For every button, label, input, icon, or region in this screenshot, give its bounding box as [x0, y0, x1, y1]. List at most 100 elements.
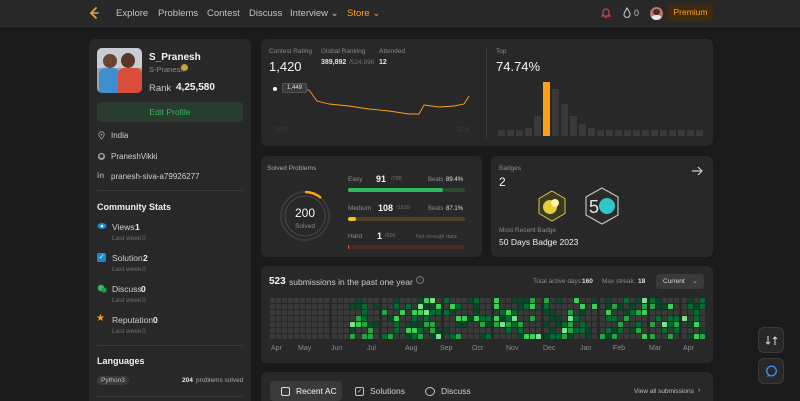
heatmap-cell[interactable]	[474, 304, 479, 309]
heatmap-cell[interactable]	[388, 298, 393, 303]
heatmap-cell[interactable]	[324, 328, 329, 333]
heatmap-cell[interactable]	[270, 310, 275, 315]
heatmap-cell[interactable]	[406, 304, 411, 309]
heatmap-cell[interactable]	[518, 298, 523, 303]
heatmap-cell[interactable]	[556, 316, 561, 321]
tab-discuss[interactable]: Discuss	[425, 380, 471, 401]
heatmap-cell[interactable]	[662, 334, 667, 339]
heatmap-cell[interactable]	[294, 328, 299, 333]
heatmap-cell[interactable]	[506, 328, 511, 333]
heatmap-cell[interactable]	[656, 334, 661, 339]
heatmap-cell[interactable]	[682, 298, 687, 303]
heatmap-cell[interactable]	[574, 328, 579, 333]
heatmap-cell[interactable]	[406, 334, 411, 339]
heatmap-cell[interactable]	[700, 298, 705, 303]
heatmap-cell[interactable]	[612, 322, 617, 327]
heatmap-cell[interactable]	[530, 310, 535, 315]
heatmap-cell[interactable]	[512, 328, 517, 333]
heatmap-cell[interactable]	[338, 334, 343, 339]
heatmap-cell[interactable]	[518, 316, 523, 321]
heatmap-cell[interactable]	[344, 298, 349, 303]
heatmap-cell[interactable]	[318, 298, 323, 303]
heatmap-cell[interactable]	[400, 298, 405, 303]
heatmap-cell[interactable]	[350, 334, 355, 339]
heatmap-cell[interactable]	[650, 304, 655, 309]
heatmap-cell[interactable]	[544, 334, 549, 339]
heatmap-cell[interactable]	[656, 310, 661, 315]
heatmap-cell[interactable]	[624, 322, 629, 327]
heatmap-cell[interactable]	[682, 322, 687, 327]
heatmap-cell[interactable]	[356, 316, 361, 321]
heatmap-cell[interactable]	[306, 328, 311, 333]
heatmap-cell[interactable]	[276, 334, 281, 339]
heatmap-cell[interactable]	[600, 304, 605, 309]
heatmap-cell[interactable]	[630, 298, 635, 303]
heatmap-cell[interactable]	[394, 334, 399, 339]
heatmap-cell[interactable]	[450, 334, 455, 339]
heatmap-cell[interactable]	[524, 304, 529, 309]
heatmap-cell[interactable]	[456, 298, 461, 303]
heatmap-cell[interactable]	[530, 304, 535, 309]
heatmap-cell[interactable]	[394, 328, 399, 333]
heatmap-cell[interactable]	[462, 322, 467, 327]
heatmap-cell[interactable]	[382, 298, 387, 303]
heatmap-cell[interactable]	[506, 304, 511, 309]
heatmap-cell[interactable]	[580, 304, 585, 309]
heatmap-cell[interactable]	[688, 298, 693, 303]
heatmap-cell[interactable]	[494, 334, 499, 339]
heatmap-cell[interactable]	[450, 316, 455, 321]
heatmap-cell[interactable]	[630, 304, 635, 309]
heatmap-cell[interactable]	[306, 316, 311, 321]
heatmap-cell[interactable]	[436, 304, 441, 309]
heatmap-cell[interactable]	[562, 334, 567, 339]
heatmap-cell[interactable]	[656, 316, 661, 321]
heatmap-cell[interactable]	[350, 322, 355, 327]
heatmap-cell[interactable]	[506, 322, 511, 327]
heatmap-cell[interactable]	[568, 328, 573, 333]
heatmap-cell[interactable]	[586, 322, 591, 327]
heatmap-cell[interactable]	[480, 310, 485, 315]
heatmap-cell[interactable]	[636, 298, 641, 303]
heatmap-cell[interactable]	[574, 334, 579, 339]
heatmap-cell[interactable]	[500, 334, 505, 339]
heatmap-cell[interactable]	[468, 322, 473, 327]
heatmap-cell[interactable]	[518, 310, 523, 315]
heatmap-cell[interactable]	[668, 334, 673, 339]
heatmap-cell[interactable]	[574, 322, 579, 327]
heatmap-cell[interactable]	[642, 304, 647, 309]
heatmap-cell[interactable]	[424, 310, 429, 315]
heatmap-cell[interactable]	[436, 316, 441, 321]
heatmap-cell[interactable]	[306, 304, 311, 309]
heatmap-cell[interactable]	[332, 316, 337, 321]
heatmap-cell[interactable]	[500, 304, 505, 309]
premium-button[interactable]: Premium	[668, 4, 713, 21]
heatmap-cell[interactable]	[556, 334, 561, 339]
heatmap-cell[interactable]	[656, 304, 661, 309]
heatmap-cell[interactable]	[612, 328, 617, 333]
heatmap-cell[interactable]	[586, 334, 591, 339]
heatmap-cell[interactable]	[586, 328, 591, 333]
heatmap-cell[interactable]	[368, 334, 373, 339]
heatmap-cell[interactable]	[694, 298, 699, 303]
heatmap-cell[interactable]	[544, 298, 549, 303]
switch-layout-button[interactable]	[758, 327, 784, 353]
heatmap-cell[interactable]	[656, 322, 661, 327]
heatmap-cell[interactable]	[606, 322, 611, 327]
heatmap-cell[interactable]	[668, 328, 673, 333]
heatmap-cell[interactable]	[388, 310, 393, 315]
heatmap-cell[interactable]	[642, 334, 647, 339]
heatmap-cell[interactable]	[462, 298, 467, 303]
heatmap-cell[interactable]	[444, 298, 449, 303]
heatmap-cell[interactable]	[500, 310, 505, 315]
heatmap-cell[interactable]	[544, 316, 549, 321]
heatmap-cell[interactable]	[306, 334, 311, 339]
heatmap-cell[interactable]	[556, 310, 561, 315]
heatmap-cell[interactable]	[494, 316, 499, 321]
heatmap-cell[interactable]	[568, 316, 573, 321]
heatmap-cell[interactable]	[624, 316, 629, 321]
heatmap-cell[interactable]	[556, 304, 561, 309]
heatmap-cell[interactable]	[486, 316, 491, 321]
heatmap-cell[interactable]	[650, 322, 655, 327]
heatmap-cell[interactable]	[388, 334, 393, 339]
heatmap-cell[interactable]	[562, 304, 567, 309]
